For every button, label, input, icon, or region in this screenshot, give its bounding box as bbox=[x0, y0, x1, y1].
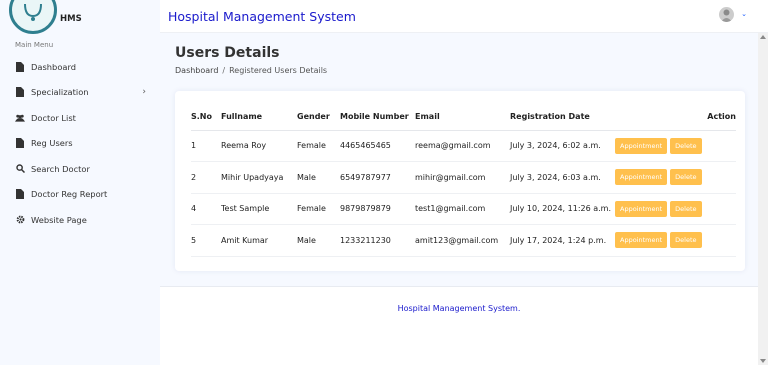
app-title: Hospital Management System bbox=[168, 9, 356, 24]
sidebar-item-label: Doctor List bbox=[31, 112, 76, 123]
cell-actions: Appointment Delete bbox=[615, 224, 736, 257]
brand[interactable]: HMS bbox=[0, 0, 160, 38]
logo-icon bbox=[9, 0, 57, 34]
people-icon bbox=[15, 113, 25, 123]
chevron-right-icon: › bbox=[142, 86, 146, 97]
vertical-scrollbar[interactable] bbox=[758, 33, 768, 365]
chevron-down-icon[interactable]: ⌄ bbox=[741, 10, 747, 18]
cell-actions: Appointment Delete bbox=[615, 161, 736, 194]
cell-regdate: July 17, 2024, 1:24 p.m. bbox=[510, 224, 615, 257]
cell-mobile: 9879879879 bbox=[340, 193, 415, 225]
avatar[interactable] bbox=[719, 7, 734, 22]
users-card: S.No Fullname Gender Mobile Number Email… bbox=[175, 91, 745, 271]
sidebar-item-label: Doctor Reg Report bbox=[31, 189, 108, 200]
cell-mobile: 6549787977 bbox=[340, 161, 415, 194]
cell-gender: Female bbox=[297, 193, 340, 225]
delete-button[interactable]: Delete bbox=[670, 169, 702, 186]
footer: Hospital Management System. bbox=[160, 286, 758, 365]
breadcrumb: Dashboard / Registered Users Details bbox=[175, 66, 327, 75]
sidebar-item-search-doctor[interactable]: Search Doctor bbox=[0, 156, 160, 182]
cell-email: reema@gmail.com bbox=[415, 130, 510, 162]
table-row: 2 Mihir Upadyaya Male 6549787977 mihir@g… bbox=[191, 161, 736, 194]
cell-regdate: July 3, 2024, 6:02 a.m. bbox=[510, 130, 615, 162]
search-icon bbox=[15, 164, 25, 174]
breadcrumb-home[interactable]: Dashboard bbox=[175, 66, 218, 75]
table-header-row: S.No Fullname Gender Mobile Number Email… bbox=[191, 104, 736, 131]
cell-sno: 2 bbox=[191, 161, 221, 194]
cell-gender: Male bbox=[297, 161, 340, 194]
scroll-down-icon[interactable] bbox=[760, 359, 766, 363]
delete-button[interactable]: Delete bbox=[670, 200, 702, 217]
table-row: 1 Reema Roy Female 4465465465 reema@gmai… bbox=[191, 130, 736, 162]
table-row: 5 Amit Kumar Male 1233211230 amit123@gma… bbox=[191, 224, 736, 257]
col-fullname: Fullname bbox=[221, 104, 297, 131]
cell-actions: Appointment Delete bbox=[615, 193, 736, 225]
col-email: Email bbox=[415, 104, 510, 131]
cell-mobile: 1233211230 bbox=[340, 224, 415, 257]
delete-button[interactable]: Delete bbox=[670, 232, 702, 249]
gear-icon bbox=[15, 215, 25, 225]
cell-fullname: Mihir Upadyaya bbox=[221, 161, 297, 194]
cell-fullname: Reema Roy bbox=[221, 130, 297, 162]
cell-mobile: 4465465465 bbox=[340, 130, 415, 162]
brand-name: HMS bbox=[60, 14, 82, 24]
cell-gender: Female bbox=[297, 130, 340, 162]
menu-title: Main Menu bbox=[15, 41, 54, 49]
appointment-button[interactable]: Appointment bbox=[615, 169, 668, 186]
users-table: S.No Fullname Gender Mobile Number Email… bbox=[191, 104, 736, 257]
appointment-button[interactable]: Appointment bbox=[615, 200, 668, 217]
col-mobile: Mobile Number bbox=[340, 104, 415, 131]
sidebar-item-website-page[interactable]: Website Page bbox=[0, 207, 160, 233]
col-action: Action bbox=[615, 104, 736, 131]
sidebar-item-doctor-reg-report[interactable]: Doctor Reg Report bbox=[0, 182, 160, 208]
file-icon bbox=[15, 138, 25, 149]
file-icon bbox=[15, 61, 25, 72]
cell-fullname: Test Sample bbox=[221, 193, 297, 225]
cell-regdate: July 10, 2024, 11:26 a.m. bbox=[510, 193, 615, 225]
sidebar-item-dashboard[interactable]: Dashboard bbox=[0, 54, 160, 80]
main-content: Users Details Dashboard / Registered Users… bbox=[160, 33, 758, 286]
cell-fullname: Amit Kumar bbox=[221, 224, 297, 257]
cell-actions: Appointment Delete bbox=[615, 130, 736, 162]
col-sno: S.No bbox=[191, 104, 221, 131]
cell-email: mihir@gmail.com bbox=[415, 161, 510, 194]
breadcrumb-current: Registered Users Details bbox=[229, 66, 328, 75]
cell-sno: 4 bbox=[191, 193, 221, 225]
sidebar-item-label: Reg Users bbox=[31, 138, 73, 149]
appointment-button[interactable]: Appointment bbox=[615, 232, 668, 249]
sidebar-item-label: Website Page bbox=[31, 214, 87, 225]
cell-regdate: July 3, 2024, 6:03 a.m. bbox=[510, 161, 615, 194]
col-gender: Gender bbox=[297, 104, 340, 131]
cell-email: amit123@gmail.com bbox=[415, 224, 510, 257]
delete-button[interactable]: Delete bbox=[670, 137, 702, 154]
appointment-button[interactable]: Appointment bbox=[615, 137, 668, 154]
file-icon bbox=[15, 87, 25, 98]
col-regdate: Registration Date bbox=[510, 104, 615, 131]
sidebar-item-reg-users[interactable]: Reg Users bbox=[0, 131, 160, 157]
cell-email: test1@gmail.com bbox=[415, 193, 510, 225]
scroll-up-icon[interactable] bbox=[760, 35, 766, 39]
sidebar-nav: Dashboard Specialization › Doctor List R… bbox=[0, 54, 160, 233]
file-icon bbox=[15, 189, 25, 200]
sidebar-item-label: Search Doctor bbox=[31, 163, 90, 174]
sidebar-item-specialization[interactable]: Specialization › bbox=[0, 80, 160, 106]
cell-sno: 5 bbox=[191, 224, 221, 257]
breadcrumb-separator: / bbox=[222, 66, 226, 75]
cell-gender: Male bbox=[297, 224, 340, 257]
sidebar-item-label: Specialization bbox=[31, 87, 89, 98]
top-header: Hospital Management System ⌄ bbox=[160, 0, 768, 33]
sidebar-item-doctor-list[interactable]: Doctor List bbox=[0, 105, 160, 131]
table-row: 4 Test Sample Female 9879879879 test1@gm… bbox=[191, 193, 736, 225]
sidebar: HMS Main Menu Dashboard Specialization ›… bbox=[0, 0, 160, 365]
footer-text: Hospital Management System. bbox=[397, 304, 521, 313]
cell-sno: 1 bbox=[191, 130, 221, 162]
sidebar-item-label: Dashboard bbox=[31, 61, 77, 72]
page-title: Users Details bbox=[175, 45, 280, 61]
